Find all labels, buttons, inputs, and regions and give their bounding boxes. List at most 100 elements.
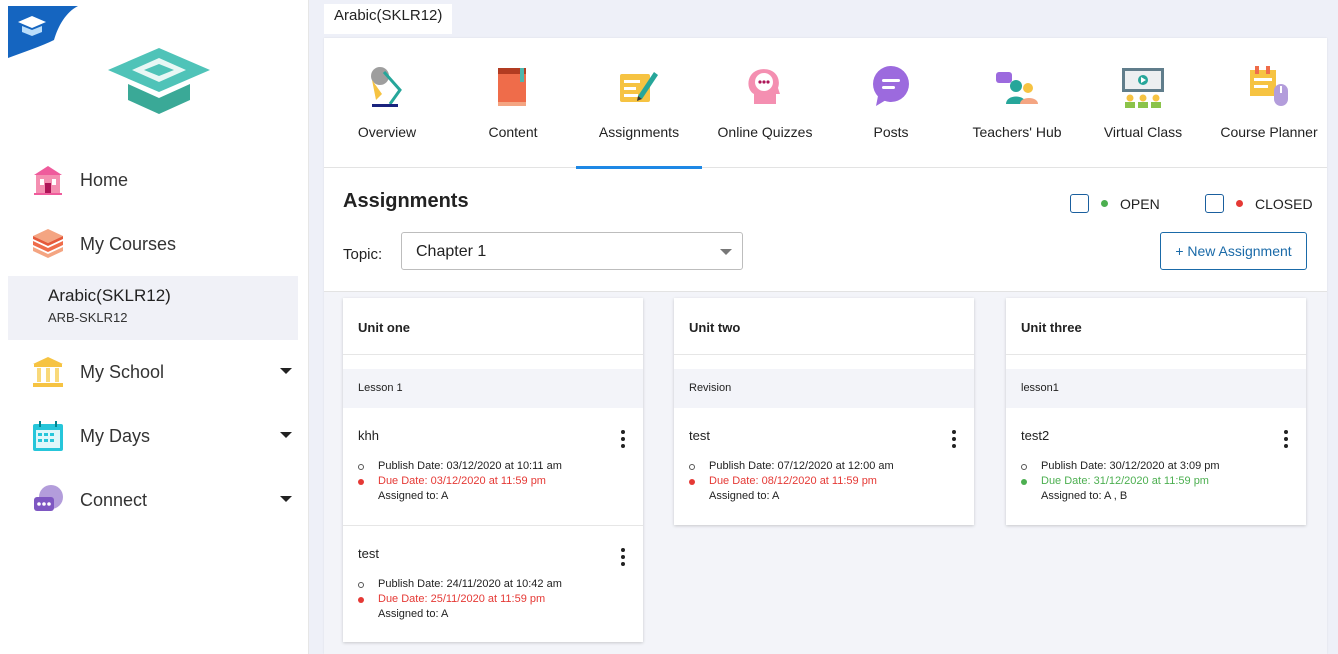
tab-online-quizzes[interactable]: Online Quizzes — [702, 38, 828, 168]
chevron-down-icon[interactable] — [280, 496, 292, 502]
open-filter-label: OPEN — [1120, 195, 1160, 212]
more-options-icon[interactable] — [621, 548, 625, 569]
publish-date: Publish Date: 03/12/2020 at 10:11 am — [378, 460, 562, 472]
filter-closed[interactable]: CLOSED — [1205, 194, 1313, 213]
unit-title: Unit one — [343, 298, 643, 355]
tab-teachers-hub-label: Teachers' Hub — [972, 124, 1062, 140]
due-date: Due Date: 08/12/2020 at 11:59 pm — [709, 475, 877, 487]
tab-course-planner-label: Course Planner — [1220, 124, 1318, 140]
current-course-code: ARB-SKLR12 — [48, 310, 128, 325]
screen-class-icon — [1122, 68, 1164, 108]
calendar-icon — [30, 418, 66, 454]
course-tabs: Overview Content Assignments Online Quiz… — [324, 38, 1327, 169]
tab-assignments[interactable]: Assignments — [576, 38, 702, 169]
head-chat-icon — [748, 69, 780, 104]
filter-open[interactable]: OPEN — [1070, 194, 1160, 213]
due-status-dot — [358, 478, 364, 485]
tab-overview[interactable]: Overview — [324, 38, 450, 168]
new-assignment-button[interactable]: + New Assignment — [1160, 232, 1307, 270]
assignment-item[interactable]: khh Publish Date: 03/12/2020 at 10:11 am… — [343, 408, 643, 525]
tab-content-label: Content — [488, 124, 538, 140]
desk-lamp-icon — [371, 67, 402, 107]
open-status-dot — [1101, 200, 1108, 207]
assigned-to: Assigned to: A — [378, 608, 449, 620]
assignments-header: Assignments OPEN CLOSED Topic: Chapter 1… — [324, 168, 1327, 292]
unit-title: Unit two — [674, 298, 974, 355]
chevron-down-icon[interactable] — [280, 432, 292, 438]
book-icon — [498, 68, 526, 106]
tab-posts-label: Posts — [873, 124, 909, 140]
unit-title: Unit three — [1006, 298, 1306, 355]
corner-logo-icon[interactable] — [8, 6, 78, 58]
publish-ring-icon — [358, 581, 364, 588]
nav-my-courses[interactable]: My Courses — [8, 212, 308, 276]
page-title: Assignments — [343, 190, 469, 212]
assignment-item[interactable]: test Publish Date: 24/11/2020 at 10:42 a… — [343, 525, 643, 642]
more-options-icon[interactable] — [952, 430, 956, 451]
topic-select-value: Chapter 1 — [416, 243, 487, 260]
due-status-dot — [689, 478, 695, 485]
chevron-down-icon[interactable] — [280, 368, 292, 374]
assignment-name[interactable]: khh — [358, 428, 628, 443]
nav-home-label: Home — [80, 169, 129, 190]
tab-content[interactable]: Content — [450, 38, 576, 168]
more-options-icon[interactable] — [1284, 430, 1288, 451]
due-date: Due Date: 25/11/2020 at 11:59 pm — [378, 593, 546, 605]
planner-mouse-icon — [1250, 66, 1288, 106]
assignment-pen-icon — [620, 72, 658, 102]
nav-my-days[interactable]: My Days — [8, 404, 308, 468]
more-options-icon[interactable] — [621, 430, 625, 451]
dropdown-arrow-icon — [720, 249, 732, 255]
tab-overview-label: Overview — [357, 124, 417, 140]
school-logo-icon — [108, 48, 210, 114]
nav-my-school-label: My School — [80, 361, 165, 382]
nav-my-courses-label: My Courses — [80, 233, 177, 254]
assignment-name[interactable]: test2 — [1021, 428, 1291, 443]
unit-card: Unit three lesson1 test2 Publish Date: 3… — [1006, 298, 1306, 525]
speech-bubble-icon — [873, 66, 909, 106]
closed-filter-label: CLOSED — [1255, 195, 1313, 212]
books-icon — [30, 226, 66, 262]
school-icon — [30, 354, 66, 390]
current-course-name: Arabic(SKLR12) — [48, 286, 171, 305]
assignment-item[interactable]: test Publish Date: 07/12/2020 at 12:00 a… — [674, 408, 974, 525]
publish-date: Publish Date: 30/12/2020 at 3:09 pm — [1041, 460, 1220, 472]
course-breadcrumb[interactable]: Arabic(SKLR12) — [324, 4, 453, 34]
lesson-header: lesson1 — [1006, 369, 1306, 408]
assigned-to: Assigned to: A , B — [1041, 490, 1128, 502]
assignment-name[interactable]: test — [689, 428, 959, 443]
teachers-group-icon — [996, 72, 1038, 104]
topic-label: Topic: — [343, 246, 383, 263]
tab-virtual-class[interactable]: Virtual Class — [1080, 38, 1206, 168]
chat-icon — [30, 482, 66, 518]
sidebar-current-course[interactable]: Arabic(SKLR12) ARB-SKLR12 — [8, 276, 298, 340]
assignment-name[interactable]: test — [358, 546, 628, 561]
tab-teachers-hub[interactable]: Teachers' Hub — [954, 38, 1080, 168]
publish-ring-icon — [1021, 463, 1027, 470]
nav-my-school[interactable]: My School — [8, 340, 308, 404]
due-date: Due Date: 31/12/2020 at 11:59 pm — [1041, 475, 1209, 487]
due-status-dot — [358, 596, 364, 603]
assignment-item[interactable]: test2 Publish Date: 30/12/2020 at 3:09 p… — [1006, 408, 1306, 525]
nav-home[interactable]: Home — [8, 148, 308, 212]
lesson-header: Lesson 1 — [343, 369, 643, 408]
assigned-to: Assigned to: A — [709, 490, 780, 502]
sidebar: Home My Courses Arabic(SKLR12) ARB-SKLR1… — [8, 6, 308, 654]
nav-connect[interactable]: Connect — [8, 468, 308, 532]
publish-date: Publish Date: 07/12/2020 at 12:00 am — [709, 460, 894, 472]
nav-my-days-label: My Days — [80, 425, 151, 446]
closed-status-dot — [1236, 200, 1243, 207]
tab-course-planner[interactable]: Course Planner — [1206, 38, 1332, 168]
publish-ring-icon — [689, 463, 695, 470]
main-content: Arabic(SKLR12) Overview Content Assignme… — [309, 0, 1338, 654]
topic-select[interactable]: Chapter 1 — [401, 232, 743, 270]
closed-checkbox[interactable] — [1205, 194, 1224, 213]
due-date: Due Date: 03/12/2020 at 11:59 pm — [378, 475, 546, 487]
open-checkbox[interactable] — [1070, 194, 1089, 213]
nav-connect-label: Connect — [80, 489, 148, 510]
home-icon — [30, 162, 66, 198]
tab-posts[interactable]: Posts — [828, 38, 954, 168]
lesson-header: Revision — [674, 369, 974, 408]
due-status-dot — [1021, 478, 1027, 485]
unit-card: Unit one Lesson 1 khh Publish Date: 03/1… — [343, 298, 643, 642]
